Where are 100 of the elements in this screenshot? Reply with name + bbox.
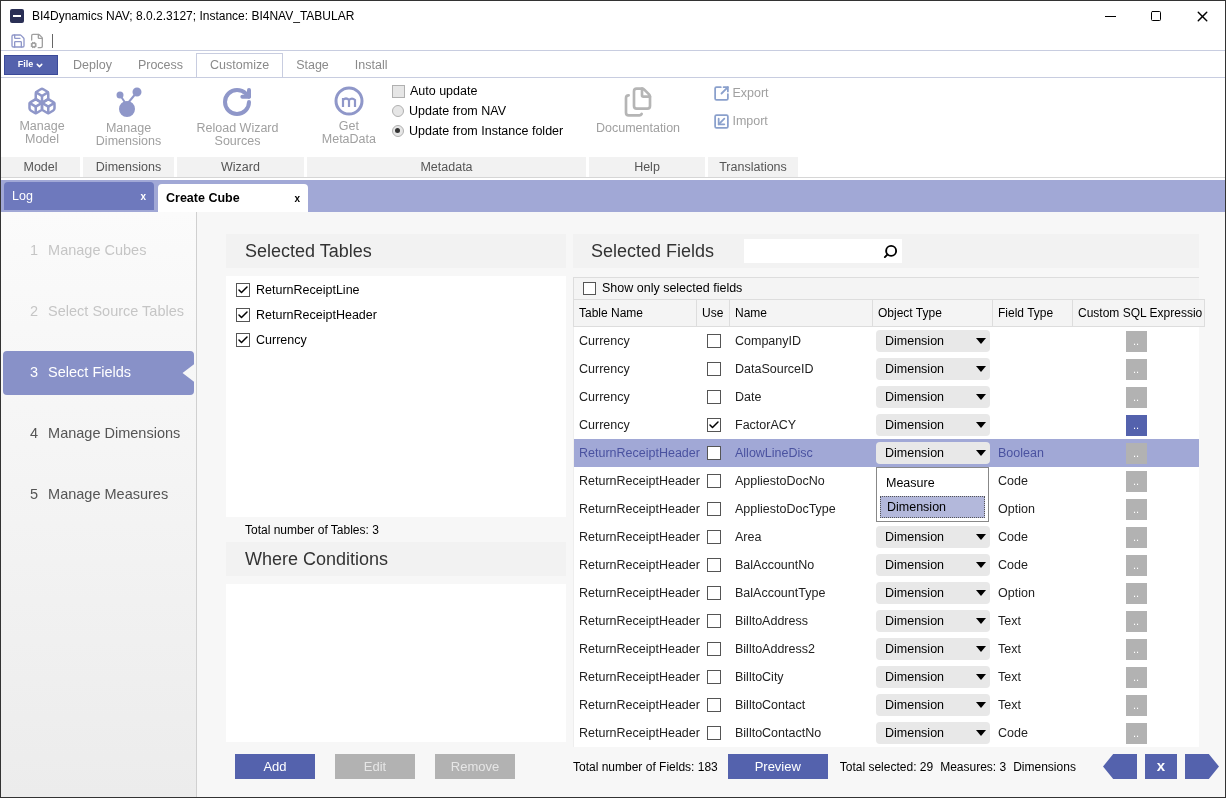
document-icon[interactable] xyxy=(29,32,45,49)
search-field[interactable] xyxy=(744,239,903,263)
save-icon[interactable] xyxy=(10,32,26,49)
checkbox[interactable] xyxy=(706,670,721,684)
caret-icon xyxy=(976,674,986,680)
object-type-dropdown[interactable]: Dimension xyxy=(876,414,990,436)
dropdown-option[interactable]: Measure xyxy=(880,472,985,494)
radio-button[interactable] xyxy=(391,124,404,137)
table-cell-text: Currency xyxy=(578,416,631,434)
object-type-dropdown[interactable]: Dimension xyxy=(876,358,990,380)
minimize-icon xyxy=(1104,15,1116,17)
caret-icon xyxy=(976,338,986,344)
table-count: Total number of Tables: 3 xyxy=(244,521,380,539)
column-header[interactable]: Use xyxy=(697,300,730,326)
caret-icon xyxy=(976,366,986,372)
summary-text: Dimensions xyxy=(1013,758,1076,776)
table-cell-text: BilltoContact xyxy=(734,696,807,714)
table-cell-text: Text xyxy=(997,640,1022,658)
checkbox[interactable] xyxy=(236,283,250,298)
dropdown-option[interactable]: Dimension xyxy=(880,496,985,518)
caret-icon xyxy=(976,590,986,596)
boxes-icon xyxy=(27,86,57,116)
checkbox[interactable] xyxy=(706,698,721,712)
table-cell-text: Currency xyxy=(578,332,631,350)
object-type-dropdown[interactable]: Dimension xyxy=(876,554,990,576)
checkbox[interactable] xyxy=(583,282,596,295)
checkbox[interactable] xyxy=(706,726,721,740)
metadata-icon xyxy=(333,86,364,116)
table-cell-text: Currency xyxy=(578,388,631,406)
radio-button[interactable] xyxy=(391,105,404,118)
document-tab[interactable]: Create Cube x xyxy=(158,184,308,212)
caret-icon xyxy=(976,394,986,400)
table-cell-text: Text xyxy=(997,612,1022,630)
caret-icon xyxy=(976,534,986,540)
ribbon-tab[interactable]: Install xyxy=(341,53,401,77)
ribbon-tab[interactable]: Deploy xyxy=(60,53,125,77)
import-icon xyxy=(713,112,731,130)
checkbox[interactable] xyxy=(706,334,721,348)
checkbox[interactable] xyxy=(706,418,721,432)
table-cell-text: FactorACY xyxy=(734,416,798,434)
document-tab[interactable]: Log x xyxy=(4,182,154,210)
column-header[interactable]: Custom SQL Expressio xyxy=(1073,300,1205,326)
caret-icon xyxy=(976,422,986,428)
checkbox[interactable] xyxy=(706,446,721,460)
field-count: Total number of Fields: 183 xyxy=(573,758,718,776)
condition-button[interactable]: Add xyxy=(235,754,315,779)
summary-text: Total selected: 29 xyxy=(839,758,934,776)
checkbox[interactable] xyxy=(706,614,721,628)
checkbox[interactable] xyxy=(706,390,721,404)
file-menu-button[interactable]: File xyxy=(4,55,58,75)
table-cell-text: Code xyxy=(997,556,1029,574)
expression-button[interactable]: .. xyxy=(1125,414,1147,436)
window-title: BI4Dynamics NAV; 8.0.2.3127; Instance: BI4NAV_TABULAR xyxy=(32,8,355,25)
object-type-dropdown[interactable]: Dimension xyxy=(876,526,990,548)
ribbon-group-label: Metadata xyxy=(307,157,586,177)
checkbox[interactable] xyxy=(706,362,721,376)
object-type-dropdown[interactable]: Dimension xyxy=(876,330,990,352)
checkbox[interactable] xyxy=(706,502,721,516)
object-type-dropdown[interactable]: Dimension xyxy=(876,722,990,744)
previous-button[interactable] xyxy=(1103,754,1137,779)
column-header[interactable]: Table Name xyxy=(574,300,697,326)
next-button[interactable] xyxy=(1185,754,1219,779)
checkbox[interactable] xyxy=(706,586,721,600)
export-icon xyxy=(713,84,731,102)
checkbox[interactable] xyxy=(706,530,721,544)
object-type-dropdown[interactable]: Dimension xyxy=(876,610,990,632)
ribbon-tab[interactable]: Stage xyxy=(283,53,342,77)
table-cell-text: BalAccountNo xyxy=(734,556,816,574)
wizard-step[interactable]: 4 Manage Dimensions xyxy=(3,412,194,456)
table-name: ReturnReceiptHeader xyxy=(256,306,377,324)
checkbox[interactable] xyxy=(706,474,721,488)
checkbox[interactable] xyxy=(236,308,250,323)
table-cell-text: DataSourceID xyxy=(734,360,815,378)
column-header[interactable]: Name xyxy=(730,300,873,326)
object-type-dropdown[interactable]: Dimension xyxy=(876,386,990,408)
preview-button[interactable]: Preview xyxy=(727,754,828,779)
checkbox[interactable] xyxy=(391,84,405,98)
column-header[interactable]: Object Type xyxy=(873,300,993,326)
column-header[interactable]: Field Type xyxy=(993,300,1073,326)
ribbon-group-label: Model xyxy=(1,157,80,177)
object-type-dropdown[interactable]: Dimension xyxy=(876,666,990,688)
table-cell-text: CompanyID xyxy=(734,332,802,350)
ribbon-tab[interactable]: Customize xyxy=(196,53,284,77)
object-type-dropdown[interactable]: Dimension xyxy=(876,582,990,604)
close-wizard-button[interactable]: x xyxy=(1145,754,1177,779)
object-type-dropdown[interactable]: Dimension xyxy=(876,442,990,464)
object-type-dropdown[interactable]: Dimension xyxy=(876,694,990,716)
search-icon xyxy=(883,243,899,259)
checkbox[interactable] xyxy=(236,332,250,347)
table-cell-text: BalAccountType xyxy=(734,584,827,602)
caret-icon xyxy=(976,450,986,456)
table-cell-text: Text xyxy=(997,668,1022,686)
checkbox[interactable] xyxy=(706,642,721,656)
checkbox-label: Auto update xyxy=(409,83,478,100)
wizard-step[interactable]: 5 Manage Measures xyxy=(3,473,194,517)
object-type-dropdown[interactable]: Dimension xyxy=(876,638,990,660)
table-cell-text: Code xyxy=(997,528,1029,546)
table-row[interactable]: ReturnReceiptHeader AllowLineDisc Dimension Boolean .. xyxy=(574,439,1199,467)
ribbon-tab[interactable]: Process xyxy=(124,53,197,77)
checkbox[interactable] xyxy=(706,558,721,572)
